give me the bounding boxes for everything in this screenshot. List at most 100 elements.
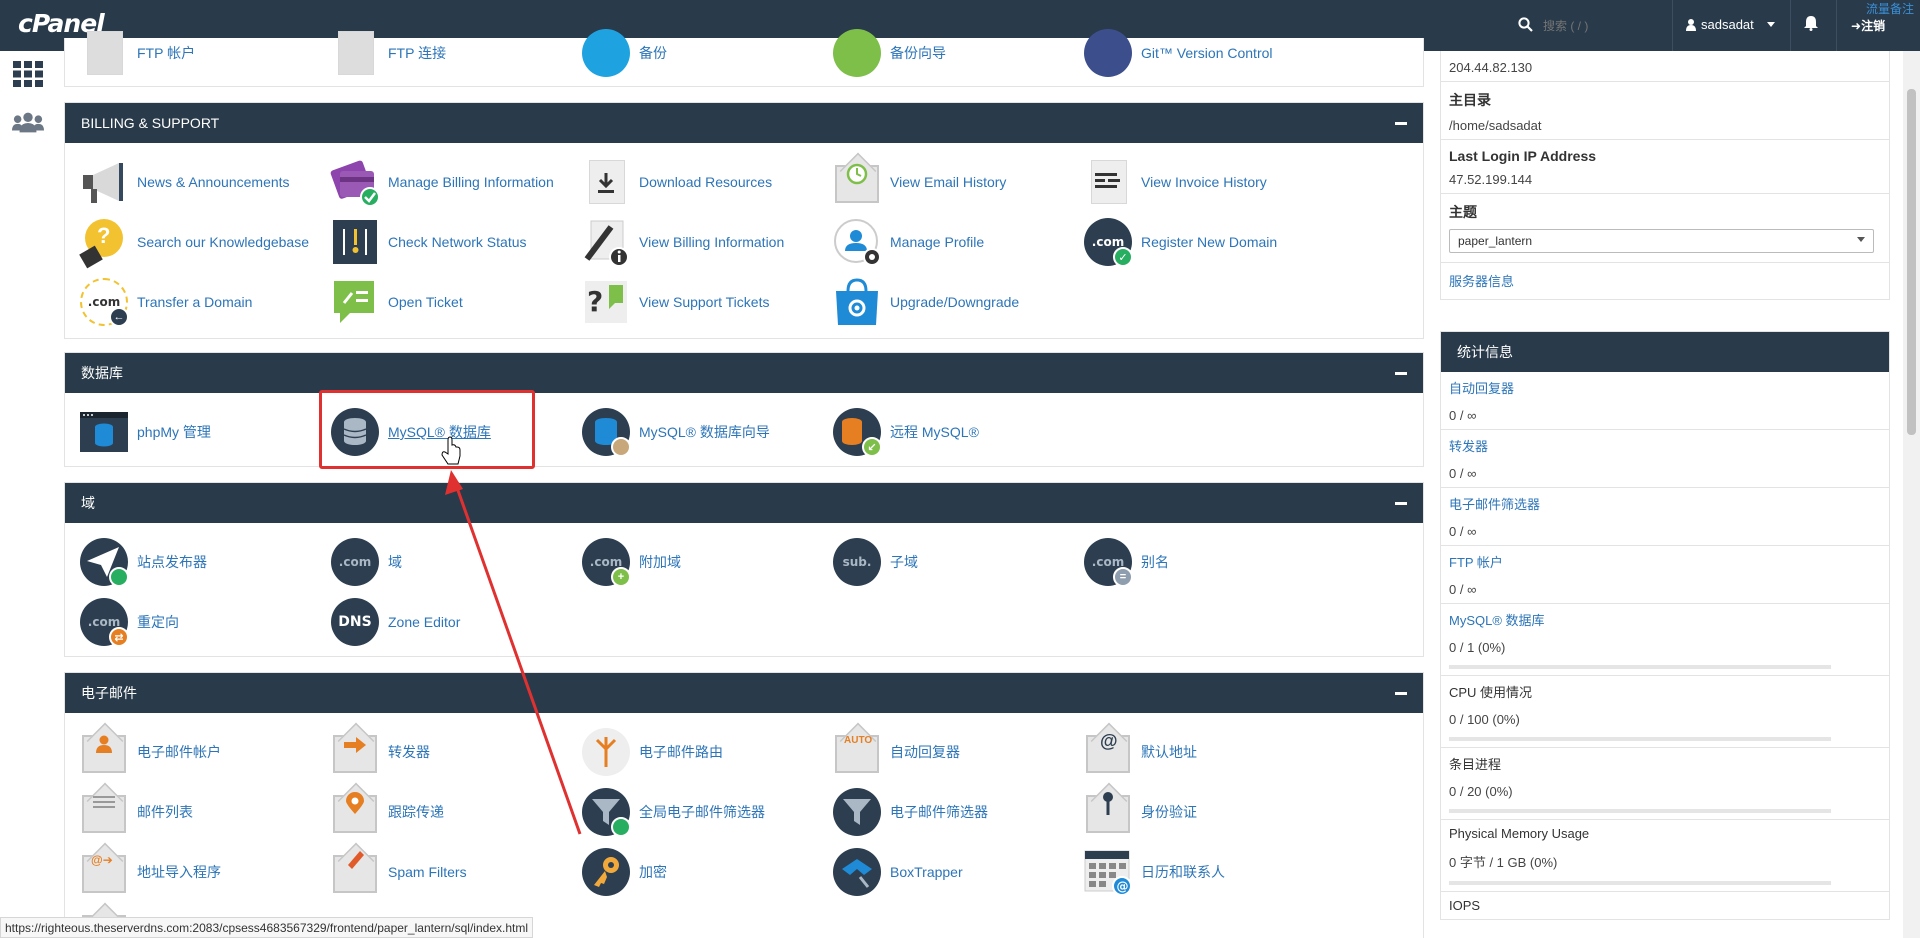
authentication-item[interactable]: 身份验证 <box>1083 787 1197 837</box>
knowledgebase-item[interactable]: ? Search our Knowledgebase <box>79 217 309 269</box>
domain-icon: .com <box>330 537 380 587</box>
phpmyadmin-item[interactable]: phpMy 管理 <box>79 407 211 457</box>
stat-label: Physical Memory Usage <box>1449 826 1590 841</box>
logout-button[interactable]: ➜注销 <box>1851 17 1885 34</box>
ftp-connections-item[interactable]: FTP 连接 <box>330 28 446 78</box>
stat-link[interactable]: 电子邮件筛选器 <box>1449 494 1881 513</box>
encryption-key-icon <box>581 847 631 897</box>
email-filters-item[interactable]: 电子邮件筛选器 <box>832 787 988 837</box>
billing-info-icon <box>581 217 631 267</box>
ftp-accounts-item[interactable]: FTP 帐户 <box>79 28 195 78</box>
page-scrollbar[interactable] <box>1903 51 1920 938</box>
home-label: 主目录 <box>1449 92 1491 108</box>
right-sidebar: 204.44.82.130 主目录 /home/sadsadat Last Lo… <box>1440 51 1890 938</box>
stat-value: 0 / ∞ <box>1449 524 1477 539</box>
stat-link[interactable]: FTP 帐户 <box>1449 552 1881 571</box>
invoice-icon <box>1083 157 1133 207</box>
left-rail <box>0 51 55 938</box>
mailing-lists-item[interactable]: 邮件列表 <box>79 787 193 837</box>
usage-bar <box>1449 737 1831 741</box>
track-delivery-item[interactable]: 跟踪传递 <box>330 787 444 837</box>
boxtrapper-icon <box>832 847 882 897</box>
logout-icon: ➜ <box>1851 19 1862 33</box>
news-item[interactable]: News & Announcements <box>79 157 290 207</box>
aliases-item[interactable]: .com = 别名 <box>1083 537 1169 587</box>
default-address-item[interactable]: @ 默认地址 <box>1083 727 1197 777</box>
stat-row: CPU 使用情况 0 / 100 (0%) <box>1441 676 1889 748</box>
spam-filters-item[interactable]: Spam Filters <box>330 847 467 897</box>
remote-database-icon: ↙ <box>832 407 882 457</box>
panel-header[interactable]: 域 <box>65 483 1423 523</box>
view-invoice-history-item[interactable]: View Invoice History <box>1083 157 1267 207</box>
collapse-icon[interactable] <box>1395 502 1407 505</box>
last-login-label: Last Login IP Address <box>1449 148 1597 164</box>
files-panel-partial: FTP 帐户 FTP 连接 备份 备份向导 Git™ Version Contr… <box>64 29 1424 87</box>
collapse-icon[interactable] <box>1395 372 1407 375</box>
users-icon[interactable] <box>12 109 44 135</box>
upgrade-downgrade-item[interactable]: Upgrade/Downgrade <box>832 277 1019 327</box>
autoresponders-item[interactable]: AUTO 自动回复器 <box>832 727 960 777</box>
usage-bar <box>1449 809 1831 813</box>
search-input[interactable] <box>1543 19 1683 33</box>
server-info-link[interactable]: 服务器信息 <box>1449 274 1514 289</box>
grid-icon[interactable] <box>12 61 44 87</box>
theme-row: 主题 paper_lantern <box>1441 194 1889 263</box>
register-domain-item[interactable]: .com ✓ Register New Domain <box>1083 217 1277 267</box>
encryption-item[interactable]: 加密 <box>581 847 667 897</box>
manage-profile-item[interactable]: Manage Profile <box>832 217 984 267</box>
backup-wizard-item[interactable]: 备份向导 <box>832 28 946 78</box>
megaphone-icon <box>79 157 129 207</box>
user-icon <box>1686 18 1696 31</box>
zone-editor-item[interactable]: DNS Zone Editor <box>330 597 460 647</box>
boxtrapper-item[interactable]: BoxTrapper <box>832 847 963 897</box>
stat-link[interactable]: MySQL® 数据库 <box>1449 610 1881 629</box>
stats-header: 统计信息 <box>1441 332 1889 372</box>
top-search[interactable] <box>1518 16 1683 36</box>
backup-item[interactable]: 备份 <box>581 28 667 78</box>
panel-header[interactable]: 数据库 <box>65 353 1423 393</box>
topbar-divider <box>1672 0 1673 51</box>
network-status-item[interactable]: Check Network Status <box>330 217 527 267</box>
view-email-history-item[interactable]: View Email History <box>832 157 1006 207</box>
spam-filter-icon <box>330 847 380 897</box>
stat-value: 0 / ∞ <box>1449 408 1477 423</box>
panel-header[interactable]: BILLING & SUPPORT <box>65 103 1423 143</box>
mysql-wizard-item[interactable]: MySQL® 数据库向导 <box>581 407 770 457</box>
git-item[interactable]: Git™ Version Control <box>1083 28 1273 78</box>
stat-link[interactable]: 自动回复器 <box>1449 378 1881 397</box>
bell-icon[interactable] <box>1804 15 1818 35</box>
transfer-domain-item[interactable]: .com ← Transfer a Domain <box>79 277 252 327</box>
subdomain-icon: sub. <box>832 537 882 587</box>
stat-link[interactable]: 转发器 <box>1449 436 1881 455</box>
caret-down-icon <box>1766 22 1775 27</box>
download-resources-item[interactable]: Download Resources <box>581 157 772 207</box>
corner-link[interactable]: 流量备注 <box>1866 0 1914 17</box>
manage-billing-item[interactable]: Manage Billing Information <box>330 157 554 207</box>
site-publisher-item[interactable]: 站点发布器 <box>79 537 207 587</box>
address-importer-item[interactable]: @➔ 地址导入程序 <box>79 847 221 897</box>
server-info-row: 服务器信息 <box>1441 263 1889 299</box>
theme-select[interactable]: paper_lantern <box>1449 229 1874 253</box>
git-icon <box>1083 28 1133 78</box>
view-support-tickets-item[interactable]: ? View Support Tickets <box>581 277 769 327</box>
calendars-contacts-item[interactable]: @ 日历和联系人 <box>1083 847 1225 897</box>
collapse-icon[interactable] <box>1395 122 1407 125</box>
redirects-item[interactable]: .com ⇄ 重定向 <box>79 597 179 647</box>
domains-item[interactable]: .com 域 <box>330 537 402 587</box>
scrollbar-thumb[interactable] <box>1907 89 1916 435</box>
user-menu[interactable]: sadsadat <box>1686 17 1775 32</box>
email-routing-item[interactable]: 电子邮件路由 <box>581 727 723 777</box>
view-billing-info-item[interactable]: View Billing Information <box>581 217 784 267</box>
stat-value: 0 字节 / 1 GB (0%) <box>1449 855 1558 870</box>
statistics-box: 统计信息 自动回复器 0 / ∞ 转发器 0 / ∞ 电子邮件筛选器 0 / ∞… <box>1440 331 1890 920</box>
search-icon <box>1518 16 1533 36</box>
open-ticket-item[interactable]: Open Ticket <box>330 277 463 327</box>
forwarders-item[interactable]: 转发器 <box>330 727 430 777</box>
global-email-filters-item[interactable]: 全局电子邮件筛选器 <box>581 787 765 837</box>
remote-mysql-item[interactable]: ↙ 远程 MySQL® <box>832 407 979 457</box>
collapse-icon[interactable] <box>1395 692 1407 695</box>
addon-domains-item[interactable]: .com + 附加域 <box>581 537 681 587</box>
panel-header[interactable]: 电子邮件 <box>65 673 1423 713</box>
subdomains-item[interactable]: sub. 子域 <box>832 537 918 587</box>
email-accounts-item[interactable]: 电子邮件帐户 <box>79 727 221 777</box>
